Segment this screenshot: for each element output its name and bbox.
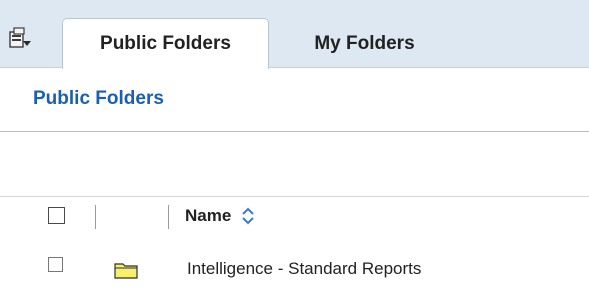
folder-icon <box>114 261 138 279</box>
divider <box>0 131 589 132</box>
table-header <box>0 196 589 236</box>
tab-label: Public Folders <box>100 33 231 54</box>
row-name-link[interactable]: Intelligence - Standard Reports <box>187 259 421 279</box>
app-switcher-icon[interactable] <box>9 27 33 49</box>
tab-bar: Public Folders My Folders <box>0 0 589 69</box>
tab-my-folders[interactable]: My Folders <box>292 18 437 69</box>
tab-label: My Folders <box>314 32 415 54</box>
select-all-checkbox[interactable] <box>48 207 65 224</box>
column-header-name[interactable]: Name <box>185 206 255 226</box>
column-divider[interactable] <box>95 205 96 229</box>
tab-public-folders[interactable]: Public Folders <box>62 18 269 69</box>
column-divider[interactable] <box>168 205 169 229</box>
row-checkbox[interactable] <box>48 257 63 272</box>
column-header-label: Name <box>185 206 232 225</box>
sort-icon[interactable] <box>241 206 255 226</box>
breadcrumb[interactable]: Public Folders <box>33 88 164 110</box>
